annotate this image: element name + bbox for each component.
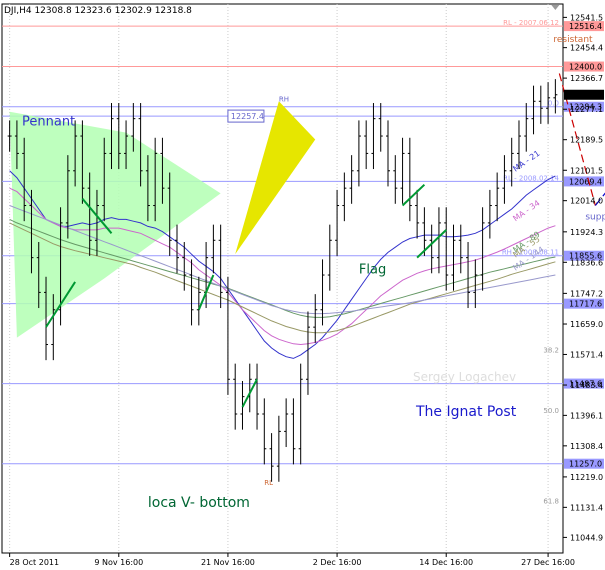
post-label: The Ignat Post	[415, 404, 517, 420]
pennant-label: Pennant	[22, 115, 75, 130]
author-watermark: Sergey Logachev	[413, 370, 516, 384]
y-tick-label: 12014.0	[570, 197, 603, 206]
y-tick-label: 11483.4	[570, 381, 603, 390]
level-price-tag-text: 12516.4	[569, 22, 602, 31]
level-price-tag-text: 12069.4	[569, 177, 602, 186]
flag-label: Flag	[359, 262, 386, 277]
fib-level-label: 61.8	[543, 498, 559, 506]
rh-label: RH	[279, 95, 289, 103]
y-tick-label: 12101.5	[570, 166, 603, 175]
x-tick-label: 27 Dec 16:00	[521, 558, 575, 567]
fib-level-label: 50.0	[543, 407, 559, 415]
y-tick-label: 11659.0	[570, 320, 603, 329]
y-tick-label: 11131.4	[570, 503, 603, 512]
current-price-text: 12318.8	[569, 91, 602, 100]
x-tick-label: 14 Dec 16:00	[419, 558, 473, 567]
chart-title: DJI,H4 12308.8 12323.6 12302.9 12318.8	[4, 6, 192, 16]
y-tick-label: 11396.1	[570, 411, 603, 420]
y-tick-label: 12541.5	[570, 13, 603, 22]
y-tick-label: 11836.6	[570, 258, 603, 267]
x-tick-label: 21 Nov 16:00	[201, 558, 255, 567]
y-tick-label: 11044.9	[570, 533, 603, 542]
y-tick-label: 11219.0	[570, 473, 603, 482]
value-box-text: 12257.4	[231, 112, 264, 121]
x-tick-label: 28 Oct 2011	[10, 558, 59, 567]
level-price-tag-text: 12400.0	[569, 63, 602, 72]
support-label: support	[585, 212, 605, 222]
level-price-tag-text: 11257.0	[569, 460, 602, 469]
x-tick-label: 2 Dec 16:00	[313, 558, 362, 567]
y-tick-label: 12277.1	[570, 105, 603, 114]
y-tick-label: 12454.4	[570, 44, 603, 53]
level-label: RL - 2007.06.12	[503, 19, 559, 27]
price-chart: 12516.4RL - 2007.06.1212400.012284.30.01…	[0, 0, 605, 570]
y-tick-label: 12366.7	[570, 74, 603, 83]
x-tick-label: 9 Nov 16:00	[94, 558, 143, 567]
rl-label: RL	[264, 479, 273, 487]
level-label: 0.0	[548, 100, 559, 108]
fib-level-label: 38.2	[543, 347, 559, 355]
bottom-label: loca V- bottom	[148, 495, 250, 511]
y-tick-label: 12189.5	[570, 136, 603, 145]
y-tick-label: 11308.4	[570, 442, 603, 451]
y-tick-label: 11747.2	[570, 289, 603, 298]
y-tick-label: 11571.4	[570, 350, 603, 359]
y-tick-label: 11924.3	[570, 228, 603, 237]
level-price-tag-text: 11717.6	[569, 300, 602, 309]
